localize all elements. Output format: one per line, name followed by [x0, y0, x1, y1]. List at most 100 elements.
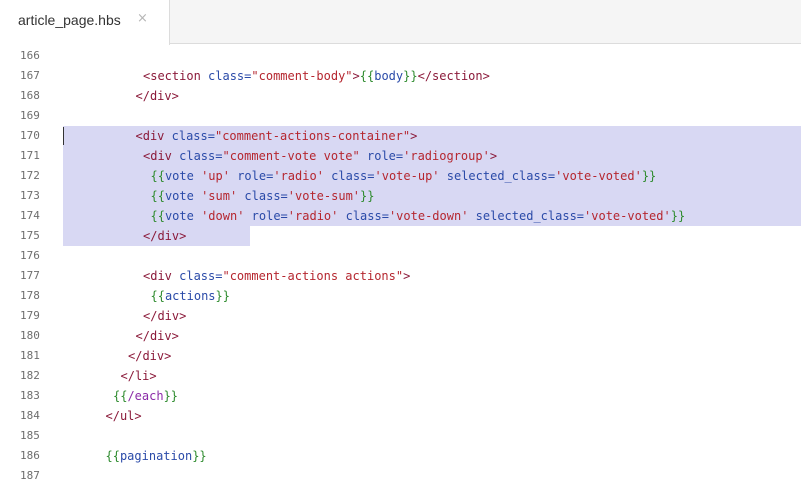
line-number: 182	[20, 369, 40, 382]
code-token: 'sum'	[201, 189, 238, 203]
code-line[interactable]: 171 <div class="comment-vote vote" role='…	[0, 146, 801, 166]
line-number: 168	[20, 89, 40, 102]
code-editor[interactable]: 166 167 <section class="comment-body">{{bo…	[0, 45, 801, 482]
code-token: <section	[143, 69, 209, 83]
code-text: </li>	[121, 366, 157, 386]
code-text: {{pagination}}	[106, 446, 207, 466]
code-token: </ul>	[105, 409, 142, 423]
code-line[interactable]: 172 {{vote 'up' role='radio' class='vote-…	[0, 166, 801, 186]
code-line[interactable]: 182 </li>	[0, 366, 801, 386]
code-line[interactable]: 173 {{vote 'sum' class='vote-sum'}}	[0, 186, 801, 206]
code-token: /each	[127, 389, 164, 403]
line-number: 183	[20, 389, 40, 402]
code-token: </div>	[128, 349, 172, 363]
code-token: {{	[150, 289, 165, 303]
code-text: </div>	[143, 306, 186, 326]
code-token: >	[403, 269, 411, 283]
code-token: "comment-actions-container"	[214, 129, 411, 143]
code-token: {{	[105, 449, 120, 463]
code-token: }}	[215, 289, 230, 303]
code-token: 'up'	[201, 169, 230, 183]
code-token: "comment-body"	[251, 69, 353, 83]
code-text: </div>	[143, 226, 186, 246]
code-line[interactable]: 170 <div class="comment-actions-container…	[0, 126, 801, 146]
code-token: 'vote-voted'	[584, 209, 671, 223]
code-token: <div	[143, 269, 180, 283]
code-line[interactable]: 181 </div>	[0, 346, 801, 366]
code-token: }}	[192, 449, 207, 463]
code-token: 'radio'	[273, 169, 324, 183]
code-token: </div>	[135, 329, 179, 343]
close-icon[interactable]: ×	[137, 11, 148, 26]
code-token: pagination	[119, 449, 193, 463]
line-number: 172	[20, 169, 40, 182]
tab-title[interactable]: article_page.hbs	[18, 12, 121, 28]
code-line[interactable]: 184 </ul>	[0, 406, 801, 426]
code-token: selected_class=	[468, 209, 585, 223]
code-token: body	[374, 69, 404, 83]
code-line[interactable]: 167 <section class="comment-body">{{body}…	[0, 66, 801, 86]
code-line[interactable]: 178 {{actions}}	[0, 286, 801, 306]
code-token: }}	[641, 169, 657, 183]
code-line[interactable]: 176	[0, 246, 801, 266]
code-token: </div>	[135, 89, 179, 103]
line-number: 171	[20, 149, 40, 162]
code-token: role=	[359, 149, 404, 163]
line-number: 186	[20, 449, 40, 462]
code-token: role=	[229, 169, 274, 183]
text-cursor	[63, 127, 64, 145]
code-line[interactable]: 187	[0, 466, 801, 486]
line-number: 187	[20, 469, 40, 482]
code-line[interactable]: 168 </div>	[0, 86, 801, 106]
code-token: </section>	[417, 69, 490, 83]
code-token: 'vote-up'	[374, 169, 440, 183]
code-token: class=	[338, 209, 389, 223]
code-line[interactable]: 169	[0, 106, 801, 126]
line-number: 175	[20, 229, 40, 242]
code-token: </div>	[143, 229, 187, 243]
code-text: </ul>	[106, 406, 142, 426]
code-token: vote	[164, 169, 202, 183]
code-token: {{	[113, 389, 128, 403]
line-number: 181	[20, 349, 40, 362]
code-token: <div	[143, 149, 180, 163]
code-line[interactable]: 186 {{pagination}}	[0, 446, 801, 466]
line-number: 176	[20, 249, 40, 262]
tab-bar: article_page.hbs ×	[0, 0, 801, 45]
code-token: class=	[323, 169, 375, 183]
code-token: 'radiogroup'	[403, 149, 490, 163]
code-token: {{	[150, 169, 165, 183]
code-line[interactable]: 177 <div class="comment-actions actions">	[0, 266, 801, 286]
code-line[interactable]: 183 {{/each}}	[0, 386, 801, 406]
code-token: </div>	[143, 309, 187, 323]
line-number: 178	[20, 289, 40, 302]
code-line[interactable]: 180 </div>	[0, 326, 801, 346]
code-token: 'vote-sum'	[287, 189, 361, 203]
code-line[interactable]: 174 {{vote 'down' role='radio' class='vot…	[0, 206, 801, 226]
line-number: 173	[20, 189, 40, 202]
line-number: 180	[20, 329, 40, 342]
code-line[interactable]: 166	[0, 46, 801, 66]
tab-article-page[interactable]: article_page.hbs ×	[0, 0, 170, 45]
line-number: 184	[20, 409, 40, 422]
code-token: class=	[237, 189, 288, 203]
code-token: "comment-vote vote"	[222, 149, 360, 163]
code-line[interactable]: 175 </div>	[0, 226, 801, 246]
code-token: <div	[135, 129, 172, 143]
code-token: }}	[163, 389, 179, 403]
code-line[interactable]: 179 </div>	[0, 306, 801, 326]
code-token: class=	[208, 69, 252, 83]
code-text: </div>	[136, 86, 179, 106]
code-text: <section class="comment-body">{{body}}</…	[143, 66, 490, 86]
code-token: 'radio'	[287, 209, 339, 223]
code-token: vote	[164, 189, 202, 203]
code-token: }}	[403, 69, 418, 83]
line-number: 185	[20, 429, 40, 442]
code-line[interactable]: 185	[0, 426, 801, 446]
code-token: "comment-actions actions"	[222, 269, 404, 283]
code-token: vote	[164, 209, 202, 223]
code-text: <div class="comment-vote vote" role='rad…	[143, 146, 497, 166]
code-token: class=	[171, 129, 215, 143]
code-text: </div>	[128, 346, 171, 366]
line-number: 169	[20, 109, 40, 122]
